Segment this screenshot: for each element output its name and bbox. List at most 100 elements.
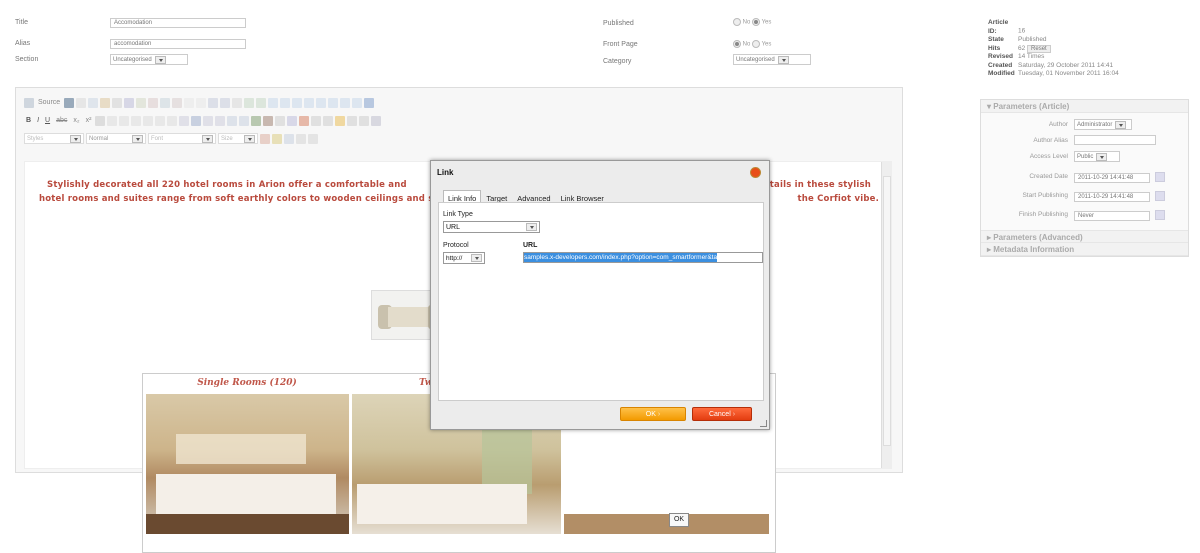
copy-icon[interactable]: [136, 97, 147, 108]
frontpage-no-radio[interactable]: [733, 40, 741, 48]
table-icon[interactable]: [311, 115, 322, 126]
align-left-icon[interactable]: [179, 115, 190, 126]
remove-format-icon[interactable]: [95, 115, 106, 126]
checkbox-icon[interactable]: [280, 97, 291, 108]
resize-handle-icon[interactable]: [760, 420, 767, 427]
cut-icon[interactable]: [124, 97, 135, 108]
align-right-icon[interactable]: [203, 115, 214, 126]
link-type-select[interactable]: URL: [443, 221, 540, 233]
image-button-icon[interactable]: [352, 97, 363, 108]
smiley-icon[interactable]: [335, 115, 346, 126]
calendar-icon[interactable]: [1155, 172, 1165, 182]
indent-icon[interactable]: [143, 115, 154, 126]
outdent-icon[interactable]: [131, 115, 142, 126]
link-icon[interactable]: [251, 115, 262, 126]
editor-scrollbar[interactable]: [881, 162, 891, 468]
category-select[interactable]: Uncategorised: [733, 54, 811, 65]
redo-icon[interactable]: [196, 97, 207, 108]
section-select[interactable]: Uncategorised: [110, 54, 188, 65]
show-blocks-icon[interactable]: [296, 133, 306, 144]
frontpage-yes-radio[interactable]: [752, 40, 761, 48]
flash-icon[interactable]: [299, 115, 310, 126]
hidden-field-icon[interactable]: [364, 97, 375, 108]
params-article-header[interactable]: ▾ Parameters (Article): [981, 100, 1188, 113]
start-publishing-input[interactable]: 2011-10-29 14:41:48: [1074, 192, 1150, 202]
source-button[interactable]: Source: [36, 99, 62, 106]
underline-icon[interactable]: U: [43, 117, 52, 124]
tooltip-ok-button[interactable]: OK: [669, 513, 689, 527]
unlink-icon[interactable]: [263, 115, 274, 126]
source-icon[interactable]: [24, 97, 34, 108]
align-center-icon[interactable]: [191, 115, 202, 126]
form-icon[interactable]: [268, 97, 279, 108]
calendar-icon[interactable]: [1155, 210, 1165, 220]
superscript-icon[interactable]: x²: [84, 117, 94, 124]
size-select[interactable]: Size: [218, 133, 258, 144]
dialog-ok-button[interactable]: OK ›: [620, 407, 686, 421]
scrollbar-thumb[interactable]: [883, 176, 891, 446]
anchor-icon[interactable]: [275, 115, 286, 126]
published-no-radio[interactable]: [733, 18, 741, 26]
access-select[interactable]: Public: [1074, 151, 1120, 162]
metadata-header[interactable]: ▸ Metadata Information: [981, 243, 1188, 256]
page-break-icon[interactable]: [359, 115, 370, 126]
find-icon[interactable]: [208, 97, 219, 108]
iframe-icon[interactable]: [371, 115, 382, 126]
undo-icon[interactable]: [184, 97, 195, 108]
select-icon[interactable]: [328, 97, 339, 108]
created-date-input[interactable]: 2011-10-29 14:41:48: [1074, 173, 1150, 183]
textfield-icon[interactable]: [304, 97, 315, 108]
scayt-icon[interactable]: [256, 97, 267, 108]
ltr-icon[interactable]: [227, 115, 238, 126]
horizontal-rule-icon[interactable]: [323, 115, 334, 126]
bg-color-icon[interactable]: [272, 133, 282, 144]
author-select[interactable]: Administrator: [1074, 119, 1132, 130]
italic-icon[interactable]: I: [35, 117, 41, 124]
reset-button[interactable]: Reset: [1027, 44, 1051, 53]
div-icon[interactable]: [167, 115, 178, 126]
bold-icon[interactable]: B: [24, 117, 33, 124]
bulleted-list-icon[interactable]: [119, 115, 130, 126]
select-all-icon[interactable]: [232, 97, 243, 108]
dialog-cancel-button[interactable]: Cancel ›: [692, 407, 752, 421]
subscript-icon[interactable]: x₂: [71, 117, 81, 124]
preview-icon[interactable]: [88, 97, 99, 108]
spellcheck-icon[interactable]: [244, 97, 255, 108]
alias-input[interactable]: accomodation: [110, 39, 246, 49]
radio-icon[interactable]: [292, 97, 303, 108]
title-input[interactable]: Accomodation: [110, 18, 246, 28]
templates-icon[interactable]: [112, 97, 123, 108]
maximize-icon[interactable]: [284, 133, 294, 144]
room-photo-3[interactable]: [564, 514, 769, 534]
params-advanced-header[interactable]: ▸ Parameters (Advanced): [981, 230, 1188, 243]
room-photo-1[interactable]: [146, 394, 349, 534]
rtl-icon[interactable]: [239, 115, 250, 126]
format-select[interactable]: Normal: [86, 133, 146, 144]
new-page-icon[interactable]: [76, 97, 87, 108]
paste-word-icon[interactable]: [172, 97, 183, 108]
align-justify-icon[interactable]: [215, 115, 226, 126]
image-icon[interactable]: [287, 115, 298, 126]
replace-icon[interactable]: [220, 97, 231, 108]
numbered-list-icon[interactable]: [107, 115, 118, 126]
button-icon[interactable]: [340, 97, 351, 108]
help-icon[interactable]: [308, 133, 318, 144]
print-icon[interactable]: [100, 97, 111, 108]
finish-publishing-input[interactable]: Never: [1074, 211, 1150, 221]
author-alias-input[interactable]: [1074, 135, 1156, 145]
published-yes-radio[interactable]: [752, 18, 761, 26]
paste-text-icon[interactable]: [160, 97, 171, 108]
blockquote-icon[interactable]: [155, 115, 166, 126]
close-icon[interactable]: [750, 167, 761, 178]
styles-select[interactable]: Styles: [24, 133, 84, 144]
url-input[interactable]: samples.x-developers.com/index.php?optio…: [523, 252, 763, 263]
strike-icon[interactable]: abc: [54, 117, 69, 124]
save-icon[interactable]: [64, 97, 75, 108]
special-char-icon[interactable]: [347, 115, 358, 126]
calendar-icon[interactable]: [1155, 191, 1165, 201]
protocol-select[interactable]: http://: [443, 252, 485, 264]
textarea-icon[interactable]: [316, 97, 327, 108]
paste-icon[interactable]: [148, 97, 159, 108]
text-color-icon[interactable]: [260, 133, 270, 144]
font-select[interactable]: Font: [148, 133, 216, 144]
